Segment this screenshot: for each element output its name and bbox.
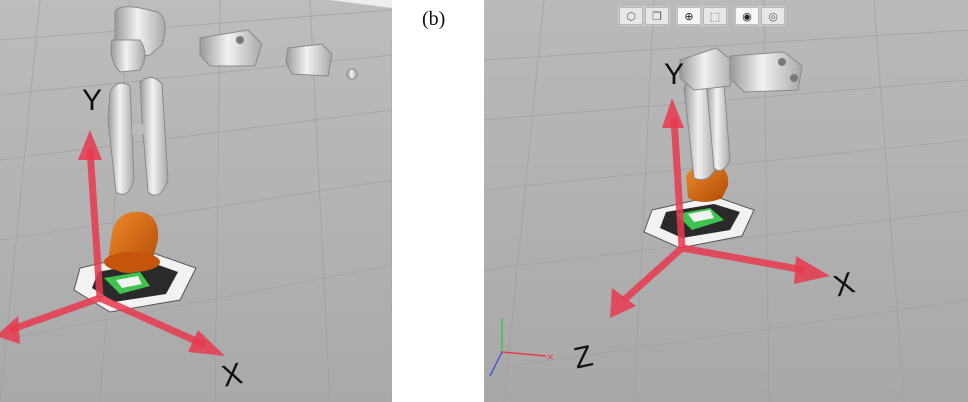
copy-icon[interactable]: ❐ — [645, 7, 669, 25]
robot-flange — [346, 68, 358, 80]
viewport-panel-b[interactable]: Y X Z × ⬡ ❐ ⊕ ⬚ ◉ ◎ — [484, 0, 968, 402]
y-axis-label: Y — [82, 84, 102, 117]
scene-a: Y X — [0, 0, 392, 402]
toolbar-group-zoom: ⊕ ⬚ — [676, 6, 728, 26]
toolbar-group-visibility: ◉ ◎ — [734, 6, 786, 26]
svg-text:×: × — [546, 352, 554, 363]
figure-caption: (b) — [422, 8, 446, 30]
viewport-panel-a[interactable]: Y X — [0, 0, 392, 402]
y-axis-label-b: Y — [664, 58, 684, 91]
select-icon[interactable]: ⬚ — [703, 7, 727, 25]
viewport-toolbar: ⬡ ❐ ⊕ ⬚ ◉ ◎ — [618, 6, 786, 26]
robot-link-tool — [285, 43, 333, 77]
zoom-icon[interactable]: ⊕ — [677, 7, 701, 25]
eye-hidden-icon[interactable]: ◉ — [735, 7, 759, 25]
cube-icon[interactable]: ⬡ — [619, 7, 643, 25]
wrist-hole — [236, 36, 244, 44]
toolbar-group-view: ⬡ ❐ — [618, 6, 670, 26]
eye-icon[interactable]: ◎ — [761, 7, 785, 25]
scene-b: Y X Z × — [484, 0, 968, 402]
